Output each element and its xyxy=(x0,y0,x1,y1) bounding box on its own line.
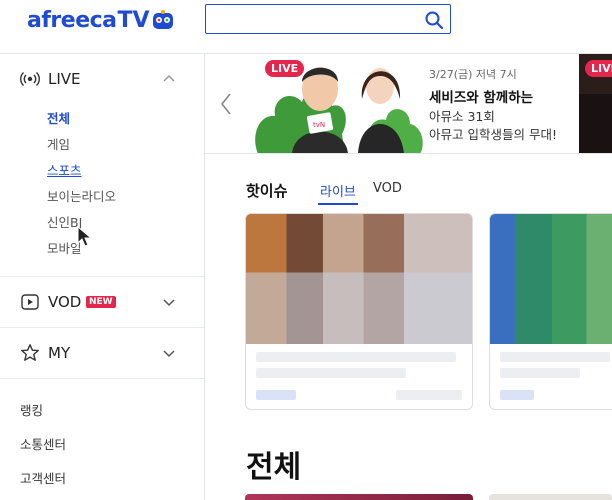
card-preview-strip xyxy=(245,494,473,500)
svg-text:tvN: tvN xyxy=(313,121,325,129)
card-title-blur xyxy=(500,368,580,378)
chevron-up-icon[interactable] xyxy=(162,72,176,86)
broadcast-card[interactable] xyxy=(489,213,612,410)
live-badge: LIVE xyxy=(585,60,612,77)
live-badge: LIVE xyxy=(265,60,305,77)
section-title-all: 전체 xyxy=(246,450,302,485)
sidebar-live-header[interactable]: LIVE xyxy=(0,54,204,104)
sidebar-item-support[interactable]: 고객센터 xyxy=(20,468,66,487)
star-icon xyxy=(21,344,39,361)
card-title-blur xyxy=(256,352,456,362)
chevron-down-icon[interactable] xyxy=(162,295,176,309)
sidebar-item-ranking[interactable]: 랭킹 xyxy=(20,400,43,419)
afreecatv-logo[interactable]: afreeca TV xyxy=(27,7,174,33)
new-badge: NEW xyxy=(86,296,116,308)
sidebar-my-label: MY xyxy=(48,344,71,362)
sidebar-vod-header[interactable]: VOD NEW xyxy=(0,277,204,327)
banner-title: 세비즈와 함께하는 xyxy=(429,90,534,106)
sidebar-item-visible-radio[interactable]: 보이는라디오 xyxy=(47,186,116,205)
vod-play-icon xyxy=(21,294,39,310)
card-title-blur xyxy=(500,352,610,362)
broadcast-card[interactable] xyxy=(245,213,473,410)
sidebar-live-label: LIVE xyxy=(48,70,81,88)
search-box[interactable] xyxy=(205,4,451,34)
search-input[interactable] xyxy=(206,5,416,33)
logo-wordmark: afreeca xyxy=(27,7,117,33)
card-author-blur xyxy=(256,390,296,400)
chevron-down-icon[interactable] xyxy=(162,346,176,360)
card-meta-blur xyxy=(396,390,462,400)
card-title-blur xyxy=(256,368,406,378)
live-broadcast-icon xyxy=(20,71,40,87)
promo-banner[interactable]: tvN LIVE 3/27(금) 저녁 7시 세비즈와 함께하는 아뮤소 31회… xyxy=(205,54,612,154)
sidebar-my-header[interactable]: MY xyxy=(0,328,204,378)
sidebar-item-community[interactable]: 소통센터 xyxy=(20,434,66,453)
sidebar: LIVE 전체 게임 스포츠 보이는라디오 신인BJ 모바일 VOD NEW M… xyxy=(0,54,205,500)
hot-issue-title: 핫이슈 xyxy=(246,182,288,200)
broadcast-thumbnail xyxy=(490,214,612,344)
sidebar-item-game[interactable]: 게임 xyxy=(47,134,70,153)
logo-tv-mark: TV xyxy=(117,7,150,33)
card-author-blur xyxy=(500,390,534,400)
top-bar: afreeca TV xyxy=(0,0,612,54)
tab-vod[interactable]: VOD xyxy=(373,181,402,196)
mouse-cursor-icon xyxy=(77,226,93,247)
broadcast-thumbnail-overlay xyxy=(246,214,472,344)
sidebar-vod-label: VOD xyxy=(48,293,82,311)
sidebar-item-all[interactable]: 전체 xyxy=(47,108,70,127)
search-icon[interactable] xyxy=(424,10,444,30)
banner-description: 아뮤고 입학생들의 무대! xyxy=(429,127,557,142)
logo-mascot-icon xyxy=(152,10,173,29)
sidebar-item-sports[interactable]: 스포츠 xyxy=(47,160,82,179)
banner-subtitle: 아뮤소 31회 xyxy=(429,109,495,124)
banner-date: 3/27(금) 저녁 7시 xyxy=(429,68,517,81)
chevron-left-icon[interactable] xyxy=(219,92,233,116)
tab-live[interactable]: 라이브 xyxy=(318,181,358,205)
card-preview-strip xyxy=(489,494,612,500)
sidebar-divider xyxy=(0,378,204,379)
